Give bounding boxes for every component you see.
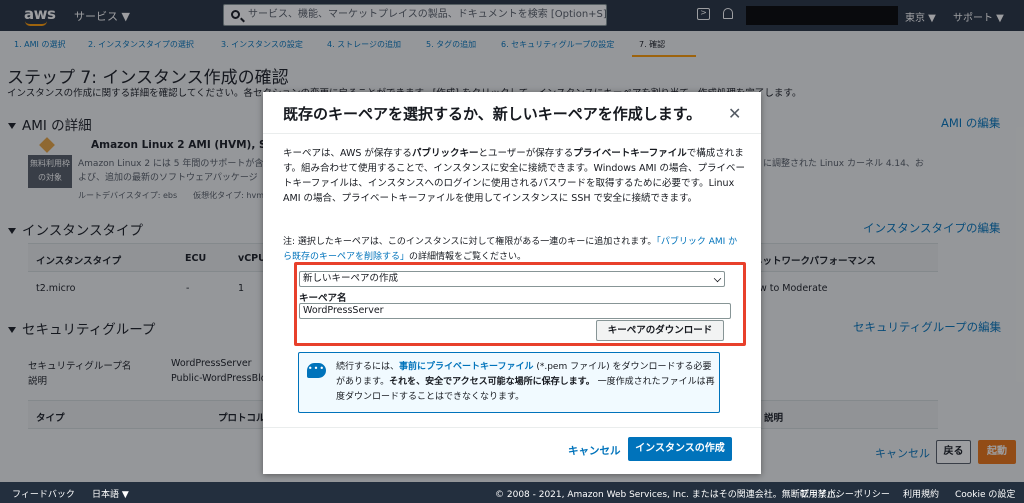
download-keypair-button[interactable]: キーペアのダウンロード (596, 320, 724, 341)
language-selector[interactable]: 日本語 ▼ (92, 487, 129, 500)
copyright-text: © 2008 - 2021, Amazon Web Services, Inc.… (495, 490, 845, 500)
chat-info-icon: ••• (307, 363, 326, 378)
modal-header: 既存のキーペアを選択するか、新しいキーペアを作成します。 ✕ (263, 92, 761, 134)
info-alert-text: 続行するには、事前にプライベートキーファイル (*.pem ファイル) をダウン… (336, 362, 715, 402)
keypair-option-value: 新しいキーペアの作成 (303, 273, 399, 284)
keypair-name-input[interactable]: WordPressServer (299, 303, 731, 319)
create-instance-button[interactable]: インスタンスの作成 (628, 437, 732, 461)
modal-title: 既存のキーペアを選択するか、新しいキーペアを作成します。 (283, 105, 702, 123)
keypair-name-label: キーペア名 (299, 293, 347, 304)
modal-cancel-button[interactable]: キャンセル (568, 443, 621, 458)
footer: フィードバック 日本語 ▼ © 2008 - 2021, Amazon Web … (0, 482, 1024, 503)
feedback-link[interactable]: フィードバック (12, 487, 75, 500)
modal-footer-divider (263, 427, 761, 428)
modal-description: キーペアは、AWS が保存するパブリックキーとユーザーが保存するプライベートキー… (283, 148, 745, 204)
info-alert: ••• 続行するには、事前にプライベートキーファイル (*.pem ファイル) … (298, 352, 720, 413)
privacy-link[interactable]: プライバシーポリシー (800, 487, 890, 500)
chevron-down-icon (713, 274, 722, 283)
terms-link[interactable]: 利用規約 (903, 487, 939, 500)
close-icon[interactable]: ✕ (728, 104, 741, 123)
keypair-option-select[interactable]: 新しいキーペアの作成 (299, 271, 725, 287)
modal-note: 注: 選択したキーペアは、このインスタンスに対して権限がある一連のキーに追加され… (283, 237, 738, 262)
cookie-settings-link[interactable]: Cookie の設定 (955, 487, 1015, 500)
